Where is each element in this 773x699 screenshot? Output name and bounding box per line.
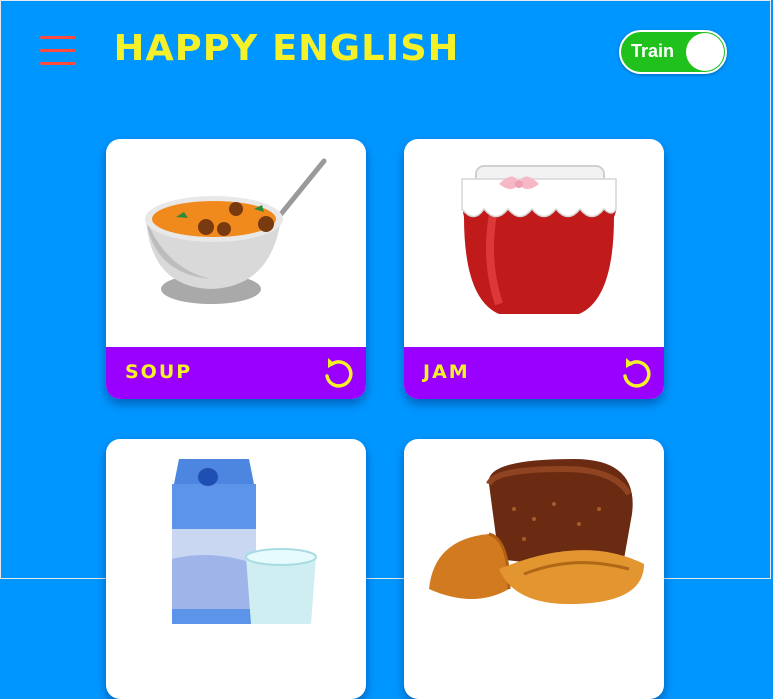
milk-carton-image bbox=[172, 459, 317, 624]
card-bread[interactable] bbox=[404, 439, 664, 699]
toggle-knob bbox=[686, 33, 724, 71]
card-milk[interactable] bbox=[106, 439, 366, 699]
hamburger-menu-icon[interactable] bbox=[40, 36, 76, 66]
card-footer: JAM bbox=[404, 347, 664, 399]
app-title: HAPPY ENGLISH bbox=[113, 28, 460, 69]
card-footer: SOUP bbox=[106, 347, 366, 399]
jam-jar-image bbox=[461, 165, 617, 314]
replay-icon[interactable] bbox=[618, 355, 654, 391]
card-soup[interactable]: SOUP bbox=[106, 139, 366, 399]
train-toggle[interactable]: Train bbox=[619, 30, 727, 74]
card-label: SOUP bbox=[125, 361, 193, 383]
bread-image bbox=[429, 459, 644, 604]
card-jam[interactable]: JAM bbox=[404, 139, 664, 399]
card-label: JAM bbox=[423, 361, 470, 383]
soup-bowl-image bbox=[145, 158, 327, 304]
replay-icon[interactable] bbox=[320, 355, 356, 391]
toggle-label: Train bbox=[631, 41, 675, 61]
